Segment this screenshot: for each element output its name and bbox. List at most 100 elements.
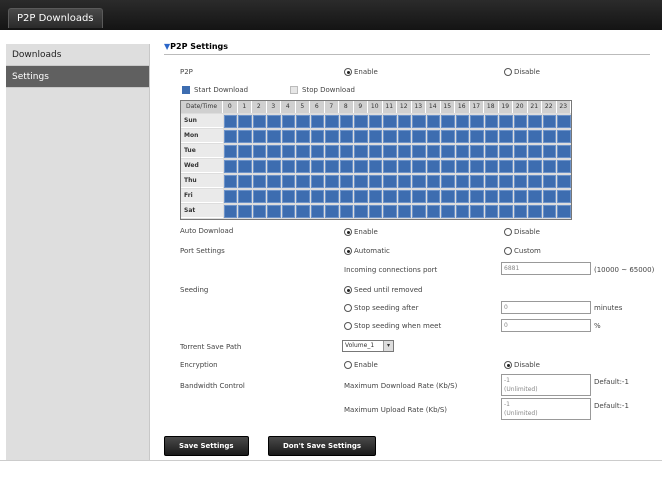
schedule-cell[interactable] <box>426 205 440 218</box>
schedule-cell[interactable] <box>310 205 324 218</box>
schedule-cell[interactable] <box>252 160 266 173</box>
schedule-cell[interactable] <box>354 160 368 173</box>
schedule-cell[interactable] <box>470 130 484 143</box>
schedule-cell[interactable] <box>296 205 310 218</box>
schedule-cell[interactable] <box>325 205 339 218</box>
schedule-day-label[interactable]: Fri <box>181 189 223 203</box>
schedule-cell[interactable] <box>426 145 440 158</box>
schedule-cell[interactable] <box>412 115 426 128</box>
schedule-cell[interactable] <box>557 130 571 143</box>
schedule-cell[interactable] <box>397 175 411 188</box>
schedule-cell[interactable] <box>557 160 571 173</box>
schedule-hour-header[interactable]: 21 <box>527 101 542 113</box>
schedule-cell[interactable] <box>441 130 455 143</box>
schedule-cell[interactable] <box>339 145 353 158</box>
schedule-cell[interactable] <box>281 175 295 188</box>
schedule-cell[interactable] <box>557 175 571 188</box>
schedule-cell[interactable] <box>238 115 252 128</box>
section-header[interactable]: ▼P2P Settings <box>164 42 228 51</box>
schedule-cell[interactable] <box>528 145 542 158</box>
schedule-cell[interactable] <box>325 160 339 173</box>
schedule-hour-header[interactable]: 8 <box>339 101 354 113</box>
schedule-cell[interactable] <box>542 145 556 158</box>
schedule-cell[interactable] <box>238 175 252 188</box>
schedule-cell[interactable] <box>267 160 281 173</box>
schedule-hour-header[interactable]: 10 <box>368 101 383 113</box>
schedule-cell[interactable] <box>252 130 266 143</box>
schedule-cell[interactable] <box>339 160 353 173</box>
schedule-cell[interactable] <box>513 115 527 128</box>
schedule-cell[interactable] <box>484 115 498 128</box>
schedule-cell[interactable] <box>281 130 295 143</box>
schedule-cell[interactable] <box>223 190 237 203</box>
schedule-cell[interactable] <box>383 130 397 143</box>
schedule-cell[interactable] <box>513 130 527 143</box>
schedule-cell[interactable] <box>267 130 281 143</box>
schedule-cell[interactable] <box>499 130 513 143</box>
schedule-cell[interactable] <box>397 190 411 203</box>
schedule-cell[interactable] <box>455 115 469 128</box>
schedule-cell[interactable] <box>281 160 295 173</box>
schedule-cell[interactable] <box>412 190 426 203</box>
schedule-cell[interactable] <box>310 130 324 143</box>
schedule-hour-header[interactable]: 23 <box>556 101 571 113</box>
schedule-cell[interactable] <box>267 190 281 203</box>
schedule-cell[interactable] <box>339 175 353 188</box>
schedule-hour-header[interactable]: 12 <box>397 101 412 113</box>
schedule-hour-header[interactable]: 16 <box>455 101 470 113</box>
schedule-cell[interactable] <box>252 205 266 218</box>
schedule-cell[interactable] <box>354 205 368 218</box>
schedule-cell[interactable] <box>426 175 440 188</box>
schedule-cell[interactable] <box>223 145 237 158</box>
schedule-cell[interactable] <box>470 115 484 128</box>
port-automatic-radio[interactable] <box>344 247 352 255</box>
schedule-cell[interactable] <box>354 115 368 128</box>
schedule-cell[interactable] <box>281 205 295 218</box>
schedule-cell[interactable] <box>267 205 281 218</box>
schedule-cell[interactable] <box>296 190 310 203</box>
schedule-cell[interactable] <box>542 160 556 173</box>
window-tab[interactable]: P2P Downloads <box>8 8 103 28</box>
schedule-day-label[interactable]: Wed <box>181 159 223 173</box>
schedule-cell[interactable] <box>528 205 542 218</box>
max-upload-input[interactable]: -1 (Unlimited) <box>501 398 591 420</box>
schedule-cell[interactable] <box>441 115 455 128</box>
port-custom-radio[interactable] <box>504 247 512 255</box>
schedule-cell[interactable] <box>499 145 513 158</box>
schedule-hour-header[interactable]: 0 <box>223 101 238 113</box>
schedule-cell[interactable] <box>310 160 324 173</box>
schedule-cell[interactable] <box>267 175 281 188</box>
schedule-hour-header[interactable]: 1 <box>237 101 252 113</box>
schedule-cell[interactable] <box>513 175 527 188</box>
schedule-cell[interactable] <box>397 145 411 158</box>
schedule-cell[interactable] <box>455 145 469 158</box>
schedule-cell[interactable] <box>238 130 252 143</box>
schedule-cell[interactable] <box>412 175 426 188</box>
schedule-cell[interactable] <box>470 205 484 218</box>
schedule-cell[interactable] <box>354 190 368 203</box>
schedule-cell[interactable] <box>383 115 397 128</box>
schedule-cell[interactable] <box>441 190 455 203</box>
schedule-cell[interactable] <box>455 160 469 173</box>
schedule-hour-header[interactable]: 17 <box>469 101 484 113</box>
schedule-cell[interactable] <box>383 205 397 218</box>
schedule-cell[interactable] <box>325 175 339 188</box>
schedule-cell[interactable] <box>528 115 542 128</box>
schedule-cell[interactable] <box>223 130 237 143</box>
auto-download-enable-radio[interactable] <box>344 228 352 236</box>
schedule-cell[interactable] <box>296 130 310 143</box>
schedule-hour-header[interactable]: 5 <box>295 101 310 113</box>
schedule-cell[interactable] <box>368 175 382 188</box>
schedule-cell[interactable] <box>310 190 324 203</box>
schedule-cell[interactable] <box>455 190 469 203</box>
schedule-day-label[interactable]: Sun <box>181 114 223 128</box>
schedule-cell[interactable] <box>412 205 426 218</box>
schedule-cell[interactable] <box>441 160 455 173</box>
schedule-cell[interactable] <box>426 160 440 173</box>
schedule-cell[interactable] <box>455 205 469 218</box>
schedule-cell[interactable] <box>484 205 498 218</box>
schedule-hour-header[interactable]: 11 <box>382 101 397 113</box>
schedule-cell[interactable] <box>383 145 397 158</box>
sidebar-item-downloads[interactable]: Downloads <box>6 44 149 66</box>
schedule-cell[interactable] <box>528 175 542 188</box>
